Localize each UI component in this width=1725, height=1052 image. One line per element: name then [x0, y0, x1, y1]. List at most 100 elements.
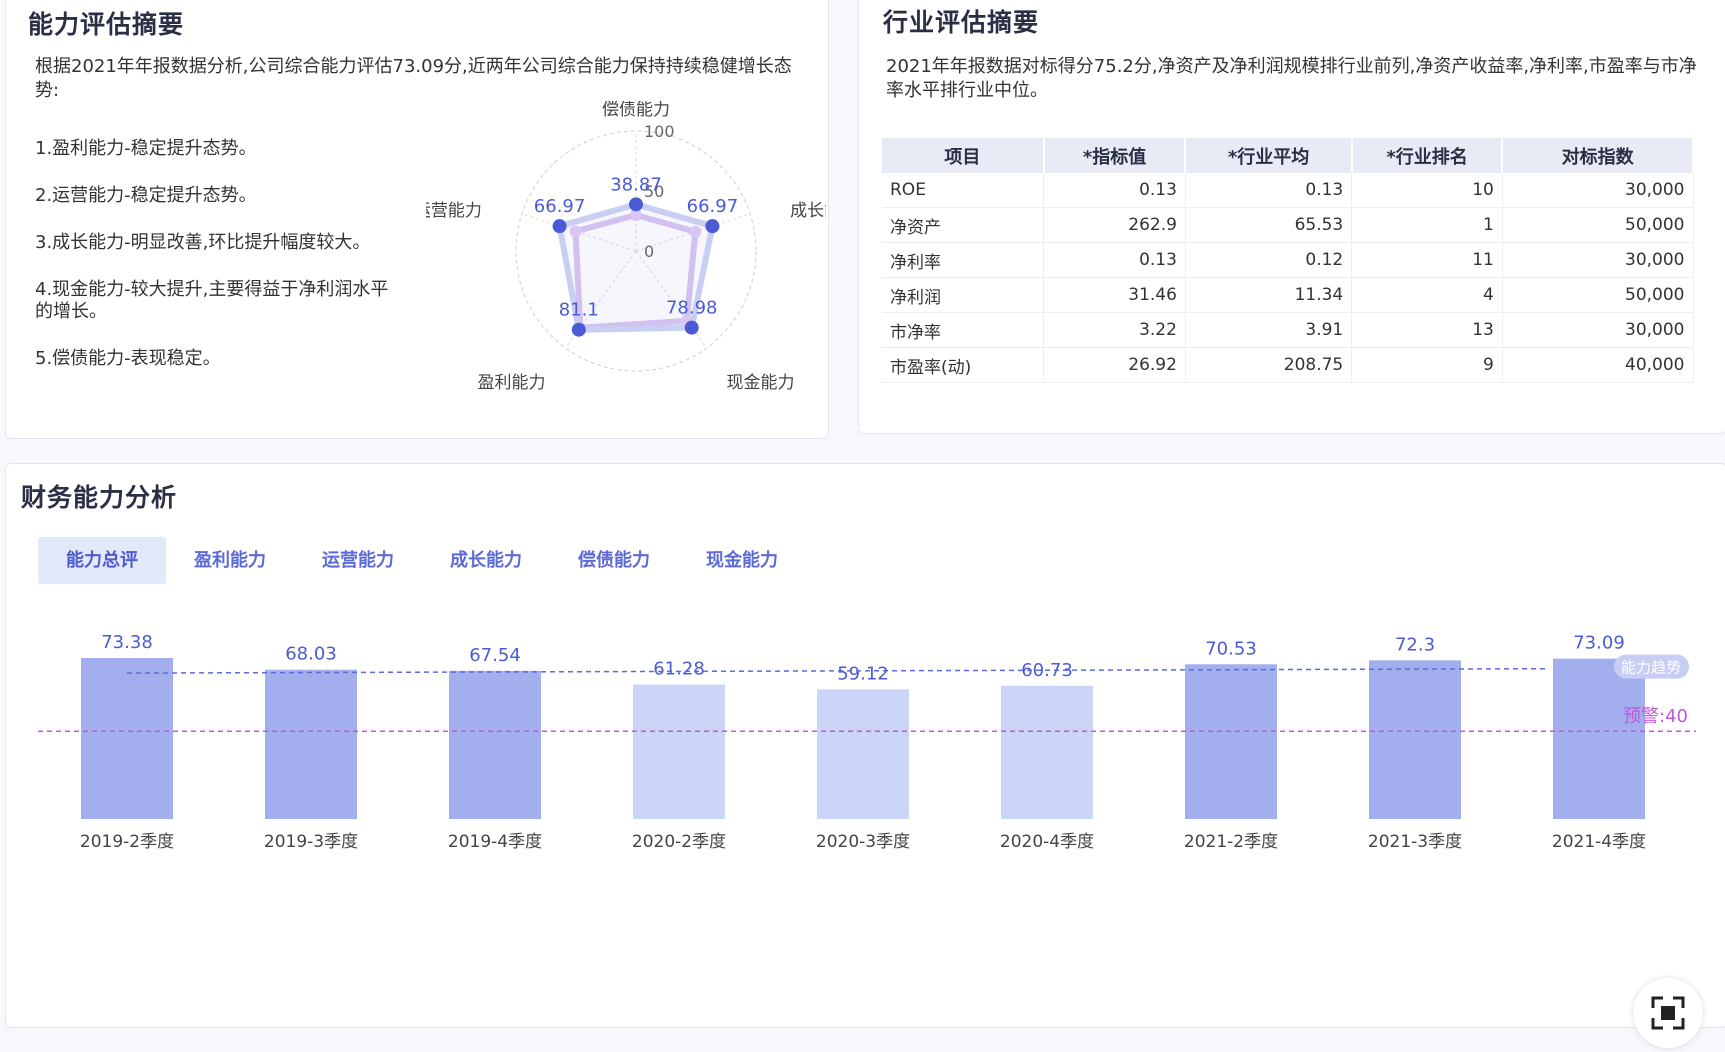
radar-axis-label: 偿债能力: [602, 101, 670, 120]
table-row: 净利率 0.13 0.12 11 30,000: [882, 242, 1694, 278]
financial-analysis-card: 财务能力分析 能力总评 盈利能力 运营能力 成长能力 偿债能力 现金能力 73.…: [5, 463, 1725, 1028]
bar-value-label: 73.09: [1573, 633, 1625, 654]
column-header: *指标值: [1043, 138, 1187, 173]
bar: [817, 689, 909, 819]
ability-summary-card: 能力评估摘要 根据2021年年报数据分析,公司综合能力评估73.09分,近两年公…: [5, 0, 829, 439]
radar-value-label: 81.1: [559, 300, 599, 321]
bar: [81, 658, 173, 819]
bar: [1553, 658, 1645, 819]
table-cell: 208.75: [1185, 347, 1353, 383]
radar-point-current: [552, 219, 567, 234]
tab-operation[interactable]: 运营能力: [299, 537, 417, 584]
radar-point-current: [571, 322, 586, 337]
industry-table: 项目 *指标值 *行业平均 *行业排名 对标指数 ROE 0.13 0.13 1…: [882, 138, 1694, 383]
table-cell: 26.92: [1043, 347, 1186, 383]
table-row: 市净率 3.22 3.91 13 30,000: [882, 312, 1694, 348]
column-header: 项目: [882, 138, 1045, 173]
table-cell: 3.91: [1185, 312, 1353, 348]
table-row: 净资产 262.9 65.53 1 50,000: [882, 207, 1694, 243]
radar-value-label: 78.98: [666, 298, 718, 319]
table-cell: 0.13: [1043, 242, 1186, 278]
radar-axis-label: 现金能力: [727, 373, 795, 393]
bar-value-label: 72.3: [1395, 634, 1435, 655]
fullscreen-icon: [1651, 996, 1685, 1030]
ability-point-1: 1.盈利能力-稳定提升态势。: [35, 138, 257, 159]
industry-summary-card: 行业评估摘要 2021年年报数据对标得分75.2分,净资产及净利润规模排行业前列…: [858, 0, 1725, 434]
table-cell: 净资产: [882, 207, 1045, 243]
table-cell: 50,000: [1502, 207, 1694, 243]
x-tick-label: 2020-3季度: [816, 832, 910, 852]
trend-label: 能力趋势: [1614, 654, 1689, 679]
table-cell: ROE: [882, 173, 1045, 208]
tab-growth[interactable]: 成长能力: [427, 537, 545, 584]
table-row: 市盈率(动) 26.92 208.75 9 40,000: [882, 347, 1694, 383]
table-row: ROE 0.13 0.13 10 30,000: [882, 173, 1694, 208]
ability-summary-text: 根据2021年年报数据分析,公司综合能力评估73.09分,近两年公司综合能力保持…: [35, 56, 792, 101]
table-cell: 0.12: [1185, 242, 1353, 278]
x-tick-label: 2021-4季度: [1552, 832, 1646, 852]
bar: [449, 670, 541, 819]
table-cell: 净利率: [882, 242, 1045, 278]
x-tick-label: 2019-4季度: [448, 832, 542, 852]
column-header: *行业排名: [1351, 138, 1504, 173]
radar-point-previous: [689, 225, 702, 238]
ability-bar-chart: 73.38 2019-2季度 68.03 2019-3季度 67.54 2019-4季度 6…: [38, 632, 1696, 852]
bar-value-label: 59.12: [837, 663, 889, 684]
table-cell: 30,000: [1502, 242, 1694, 278]
radar-value-label: 38.87: [610, 174, 662, 195]
table-cell: 262.9: [1043, 207, 1186, 243]
bar-value-label: 67.54: [469, 645, 521, 666]
table-cell: 0.13: [1043, 173, 1186, 208]
table-cell: 65.53: [1185, 207, 1353, 243]
fullscreen-button[interactable]: [1633, 978, 1703, 1048]
radar-point-previous: [569, 225, 582, 238]
trend-label-text: 能力趋势: [1621, 659, 1681, 677]
bar-value-label: 68.03: [285, 644, 337, 665]
warning-label: 预警:40: [1623, 706, 1688, 727]
tab-overall[interactable]: 能力总评: [38, 537, 166, 584]
tab-solvency[interactable]: 偿债能力: [555, 537, 673, 584]
radar-scale-label: 100: [644, 122, 675, 141]
financial-analysis-title: 财务能力分析: [21, 483, 178, 512]
bar: [633, 684, 725, 819]
industry-summary-text: 2021年年报数据对标得分75.2分,净资产及净利润规模排行业前列,净资产收益率…: [886, 56, 1697, 101]
x-tick-label: 2020-2季度: [632, 832, 726, 852]
table-cell: 11.34: [1185, 277, 1353, 313]
bar-value-label: 70.53: [1205, 638, 1257, 659]
table-row: 净利润 31.46 11.34 4 50,000: [882, 277, 1694, 313]
x-tick-label: 2021-3季度: [1368, 832, 1462, 852]
table-cell: 净利润: [882, 277, 1045, 313]
x-tick-label: 2020-4季度: [1000, 832, 1094, 852]
bar: [1369, 660, 1461, 819]
table-cell: 13: [1351, 312, 1503, 348]
ability-point-2: 2.运营能力-稳定提升态势。: [35, 185, 257, 206]
radar-value-label: 66.97: [534, 196, 586, 217]
radar-axis-label: 成长能力: [790, 201, 826, 221]
bar-value-label: 61.28: [653, 659, 705, 680]
bar: [1185, 664, 1277, 819]
ability-point-3: 3.成长能力-明显改善,环比提升幅度较大。: [35, 232, 371, 253]
radar-point-current: [629, 197, 643, 212]
bar-value-label: 73.38: [101, 632, 153, 653]
table-cell: 4: [1351, 277, 1503, 313]
radar-axis-label: 运营能力: [426, 201, 482, 221]
table-cell: 50,000: [1502, 277, 1694, 313]
table-cell: 9: [1351, 347, 1503, 383]
column-header: *行业平均: [1185, 138, 1353, 173]
radar-scale-label: 0: [644, 242, 654, 261]
tab-cash[interactable]: 现金能力: [683, 537, 801, 584]
ability-summary-title: 能力评估摘要: [28, 10, 185, 39]
table-cell: 30,000: [1502, 173, 1694, 208]
industry-summary-title: 行业评估摘要: [883, 8, 1040, 37]
x-tick-label: 2019-3季度: [264, 832, 358, 852]
ability-point-4: 4.现金能力-较大提升,主要得益于净利润水平的增长。: [35, 279, 389, 322]
table-cell: 11: [1351, 242, 1503, 278]
radar-point-current: [684, 320, 699, 335]
table-header-row: 项目 *指标值 *行业平均 *行业排名 对标指数: [882, 138, 1694, 173]
tab-profitability[interactable]: 盈利能力: [171, 537, 289, 584]
table-cell: 市净率: [882, 312, 1045, 348]
x-tick-label: 2019-2季度: [80, 832, 174, 852]
bar: [1001, 685, 1093, 819]
column-header: 对标指数: [1502, 138, 1694, 173]
table-cell: 10: [1351, 173, 1503, 208]
